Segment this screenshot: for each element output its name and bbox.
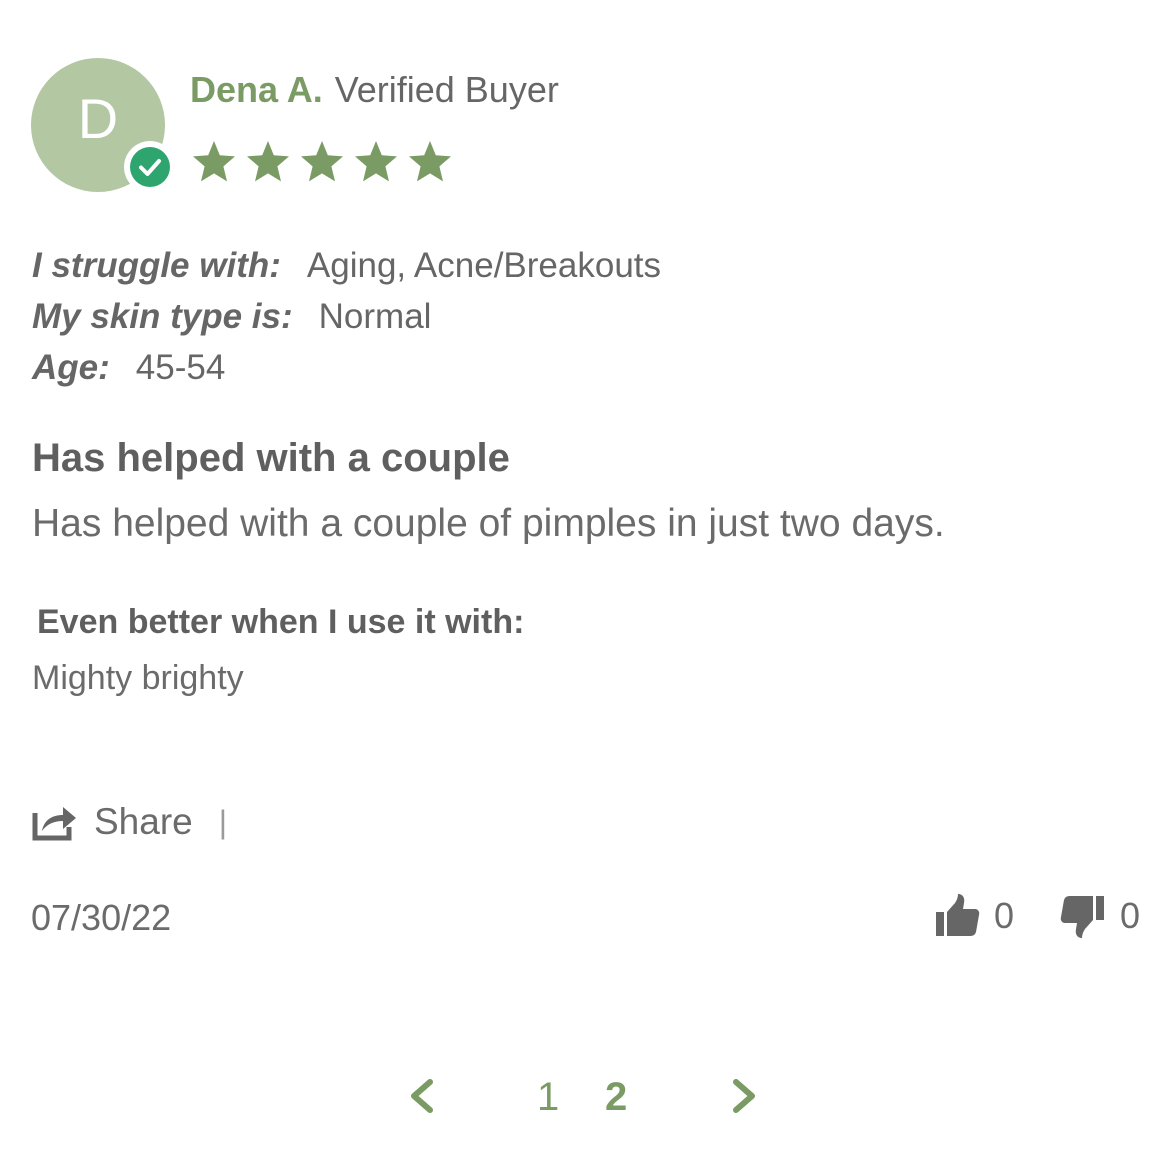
star-icon — [355, 141, 397, 182]
attribute-skin-type: My skin type is: Normal — [32, 291, 661, 342]
attribute-label: My skin type is: — [32, 297, 293, 336]
chevron-right-icon[interactable] — [728, 1074, 762, 1118]
share-label: Share — [94, 801, 193, 842]
page-2-current[interactable]: 2 — [605, 1072, 627, 1122]
attribute-value: 45-54 — [135, 348, 226, 387]
share-icon — [32, 807, 76, 841]
thumbs-up-count: 0 — [993, 895, 1014, 936]
check-circle-icon — [130, 147, 170, 187]
review-title: Has helped with a couple — [32, 436, 510, 480]
thumbs-up-icon — [935, 894, 980, 936]
thumbs-down-button[interactable]: 0 — [1060, 892, 1140, 940]
attribute-value: Normal — [318, 297, 432, 336]
page-1-link[interactable]: 1 — [537, 1072, 559, 1122]
thumbs-up-button[interactable]: 0 — [934, 892, 1014, 940]
divider: | — [218, 803, 228, 840]
pagination: 1 2 — [0, 1072, 1170, 1122]
chevron-left-icon[interactable] — [404, 1074, 438, 1118]
verified-buyer-label: Verified Buyer — [334, 69, 559, 110]
helpfulness-votes: 0 0 — [934, 892, 1140, 940]
author-name: Dena A. — [190, 69, 323, 110]
thumbs-down-icon — [1060, 896, 1104, 938]
attribute-label: I struggle with: — [32, 246, 281, 285]
thumbs-down-count: 0 — [1119, 895, 1140, 936]
star-rating — [190, 138, 454, 188]
star-icon — [247, 141, 289, 182]
star-icon — [409, 141, 451, 182]
star-icon — [301, 141, 343, 182]
review-date: 07/30/22 — [31, 897, 172, 938]
verified-badge — [124, 141, 176, 193]
attribute-concerns: I struggle with: Aging, Acne/Breakouts — [32, 240, 661, 291]
author-line: Dena A. Verified Buyer — [190, 70, 559, 110]
attribute-age: Age: 45-54 — [32, 342, 661, 393]
review-card: D Dena A. Verified Buyer I struggle with:… — [0, 0, 1170, 1170]
reviewer-attributes: I struggle with: Aging, Acne/Breakouts My… — [32, 240, 661, 393]
review-text: Has helped with a couple of pimples in j… — [32, 502, 945, 545]
paired-product-value: Mighty brighty — [32, 659, 244, 697]
attribute-label: Age: — [32, 348, 110, 387]
star-icon — [193, 141, 235, 182]
attribute-value: Aging, Acne/Breakouts — [306, 246, 662, 285]
paired-product-label: Even better when I use it with: — [37, 603, 525, 641]
share-button[interactable]: Share | — [32, 798, 227, 846]
